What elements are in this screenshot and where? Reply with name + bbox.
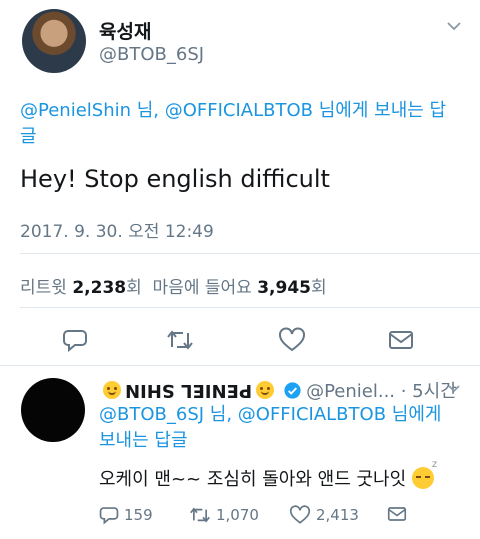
reply-tweet-text: 오케이 맨~~ 조심히 돌아와 앤드 굿나잇 xyxy=(99,459,437,491)
sleeping-face-icon xyxy=(412,459,437,489)
reply-icon xyxy=(63,330,87,353)
verified-badge-icon xyxy=(284,381,301,399)
reply-context: @BTOB_6SJ 님, @OFFICIALBTOB 님에게 보내는 답글 xyxy=(99,402,459,454)
display-name: PENIEL SHIN xyxy=(125,379,253,401)
retweets-label: 리트윗 xyxy=(20,278,73,298)
retweet-icon xyxy=(190,507,210,523)
retweets-unit: 회 xyxy=(126,278,142,298)
avatar[interactable] xyxy=(22,9,86,73)
tweet-stats: 리트윗 2,238회 마음에 들어요 3,945회 xyxy=(20,273,327,298)
timestamp[interactable]: 2017. 9. 30. 오전 12:49 xyxy=(20,217,214,242)
mention-link[interactable]: @BTOB_6SJ xyxy=(99,404,204,425)
tweet-text: Hey! Stop english difficult xyxy=(20,165,330,193)
mention-link[interactable]: @OFFICIALBTOB xyxy=(238,404,386,425)
envelope-icon xyxy=(389,331,413,349)
mention-suffix: 님, xyxy=(204,404,238,425)
display-name[interactable]: 육성재 xyxy=(99,17,151,44)
reply-text: 오케이 맨~~ 조심히 돌아와 앤드 굿나잇 xyxy=(99,469,407,490)
chevron-down-icon[interactable] xyxy=(447,384,461,394)
divider xyxy=(20,307,480,308)
user-handle[interactable]: @BTOB_6SJ xyxy=(99,44,204,65)
mention-suffix: 님, xyxy=(131,100,165,121)
envelope-icon xyxy=(387,507,407,521)
chevron-down-icon[interactable] xyxy=(446,20,462,32)
likes-unit: 회 xyxy=(311,278,327,298)
upside-down-face-icon xyxy=(256,381,275,399)
retweet-icon xyxy=(167,330,193,350)
tweet-actions xyxy=(0,320,480,360)
heart-icon xyxy=(279,327,305,352)
reply-header: PENIEL SHIN @Peniel... · 5시간 xyxy=(99,377,457,403)
direct-message-button[interactable] xyxy=(387,505,412,523)
reply-actions: 159 1,070 2,413 xyxy=(99,505,459,529)
like-button[interactable] xyxy=(272,320,312,360)
retweet-button[interactable] xyxy=(160,320,200,360)
mention-link[interactable]: @PenielShin xyxy=(20,100,131,121)
handle-and-time[interactable]: @Peniel... · 5시간 xyxy=(306,377,457,403)
avatar[interactable] xyxy=(21,378,85,442)
retweet-button[interactable]: 1,070 xyxy=(189,505,259,525)
like-button[interactable]: 2,413 xyxy=(289,505,359,525)
reply-context: @PenielShin 님, @OFFICIALBTOB 님에게 보내는 답글 xyxy=(20,98,460,150)
divider xyxy=(0,365,480,366)
mention-link[interactable]: @OFFICIALBTOB xyxy=(165,100,313,121)
retweets-count[interactable]: 2,238 xyxy=(72,278,126,298)
reply-icon xyxy=(99,507,119,525)
heart-icon xyxy=(289,505,311,524)
reply-button[interactable] xyxy=(55,320,95,360)
retweet-count: 1,070 xyxy=(216,506,259,524)
likes-count[interactable]: 3,945 xyxy=(257,278,311,298)
divider xyxy=(20,253,480,254)
reply-display-name-group[interactable]: PENIEL SHIN xyxy=(99,380,278,401)
direct-message-button[interactable] xyxy=(381,320,421,360)
reply-count: 159 xyxy=(124,506,153,524)
reply-button[interactable]: 159 xyxy=(99,505,153,525)
upside-down-face-icon xyxy=(103,381,121,399)
likes-label: 마음에 들어요 xyxy=(141,278,258,298)
like-count: 2,413 xyxy=(316,506,359,524)
